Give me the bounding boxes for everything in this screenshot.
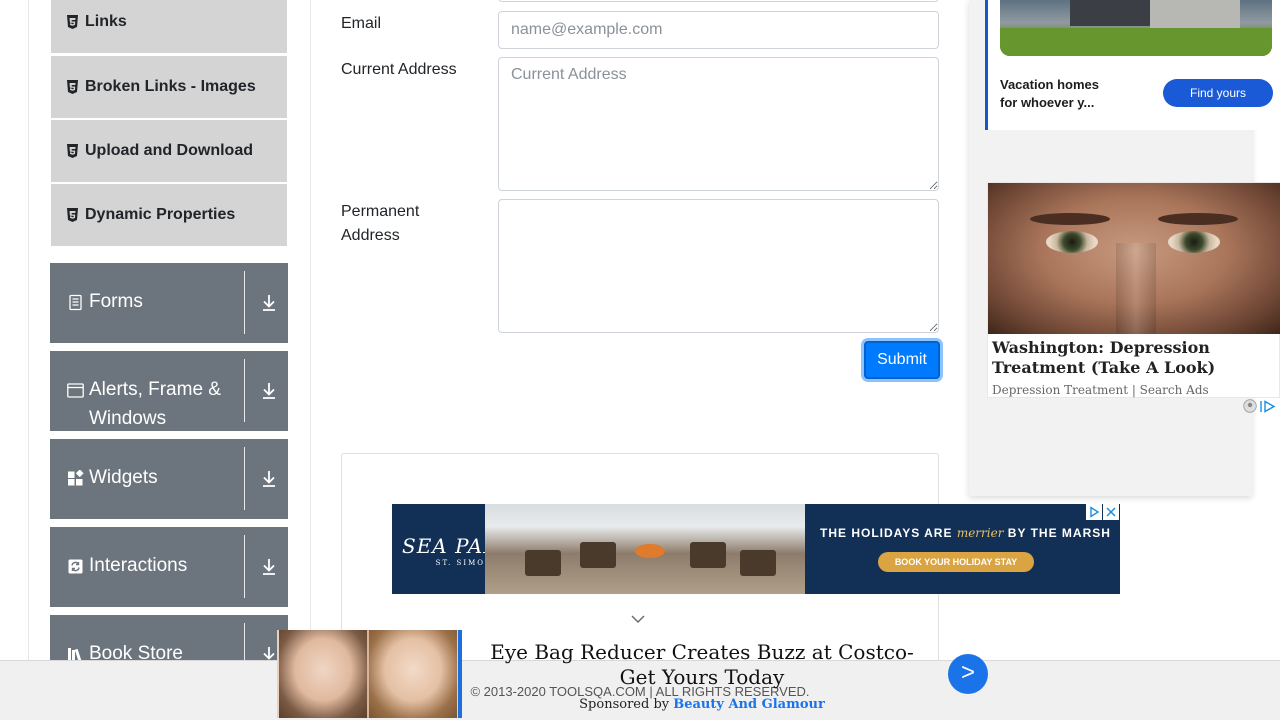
divider [244,359,245,422]
permanent-address-label: Permanent Address [341,200,419,248]
tagline-post: BY THE MARSH [1007,526,1111,540]
permanent-address-label-line1: Permanent [341,203,420,220]
nose-shape [1116,243,1156,334]
eye-shape [1046,231,1098,253]
group-label: Widgets [89,467,158,488]
ad-headline-line2: for whoever y... [1000,95,1095,110]
page: Links Broken Links - Images Upload and D… [0,0,1280,720]
house-shape [1150,0,1240,28]
permanent-address-label-line2: Address [341,227,400,244]
html5-icon [66,144,79,158]
sidebar-item-label: Dynamic Properties [85,206,236,223]
find-yours-button[interactable]: Find yours [1163,79,1273,107]
divider [244,271,245,334]
group-label: Interactions [89,555,188,576]
sidebar: Links Broken Links - Images Upload and D… [28,0,311,720]
adchoices-icon[interactable] [1086,504,1102,520]
sidebar-item-dynamic-properties[interactable]: Dynamic Properties [51,184,287,246]
sidebar-group-widgets[interactable]: Widgets [50,439,288,519]
sidebar-group-interactions[interactable]: Interactions [50,527,288,607]
group-label: Forms [89,291,143,312]
patio-photo [485,504,805,594]
current-address-field[interactable] [498,57,939,191]
sidebar-group-forms[interactable]: Forms [50,263,288,343]
full-name-field-edge[interactable] [498,0,939,2]
html5-icon [66,80,79,94]
eye-bag-sticky-ad[interactable]: Eye Bag Reducer Creates Buzz at Costco-G… [277,630,992,720]
chair-shape [690,542,726,568]
sidebar-item-upload-download[interactable]: Upload and Download [51,120,287,182]
sidebar-item-label: Links [85,13,127,30]
brow-shape [1158,213,1238,225]
vacation-homes-ad[interactable]: Vacation homes for whoever y... Find you… [985,0,1280,130]
download-arrow-icon[interactable] [260,557,278,577]
chair-shape [580,542,616,568]
tagline-em: merrier [956,526,1004,540]
sidebar-item-label: Broken Links - Images [85,78,256,95]
download-arrow-icon[interactable] [260,293,278,313]
sidebar-group-alerts-frame-windows[interactable]: Alerts, Frame & Windows [50,351,288,431]
download-arrow-icon[interactable] [260,469,278,489]
html5-icon [66,208,79,222]
chair-shape [740,550,776,576]
brow-shape [1030,213,1110,225]
ad-headline-line1: Vacation homes [1000,77,1099,92]
fire-pit-shape [635,544,665,558]
sidebar-item-broken-links[interactable]: Broken Links - Images [51,56,287,118]
adchoices-icon [1260,399,1278,418]
lawn-shape [1000,28,1272,56]
ad-headline: Vacation homes for whoever y... [1000,76,1120,112]
sticky-ad-sponsor: Sponsored by Beauty And Glamour [477,697,927,712]
submit-button[interactable]: Submit [864,341,940,379]
chevron-down-icon[interactable] [630,611,646,627]
email-field[interactable] [498,11,939,49]
ad-choices[interactable] [1243,399,1280,418]
ad-face-photo [988,183,1280,334]
window-icon [67,382,84,399]
current-address-label: Current Address [341,61,457,78]
widgets-icon [67,469,84,487]
sponsored-by-text: Sponsored by [579,697,670,712]
form-icon [67,294,84,311]
sea-palms-banner-ad[interactable]: SEA PALMS ST. SIMONS THE HOLIDAYS ARE me… [392,504,1120,594]
tagline-pre: THE HOLIDAYS ARE [820,526,953,540]
permanent-address-field[interactable] [498,199,939,333]
close-icon[interactable] [1103,504,1119,520]
face-shape [369,630,457,718]
divider [244,447,245,510]
email-label: Email [341,15,382,32]
depression-treatment-ad[interactable]: Washington: Depression Treatment (Take A… [987,182,1280,398]
group-label: Alerts, Frame & [89,379,221,400]
html5-icon [66,15,79,29]
sticky-ad-headline: Eye Bag Reducer Creates Buzz at Costco-G… [490,640,914,689]
face-shape [279,630,367,718]
ad-subtitle: Depression Treatment | Search Ads [992,383,1209,397]
go-arrow-button[interactable]: > [948,654,988,694]
ad-house-photo [1000,0,1272,56]
eye-shape [1168,231,1220,253]
download-arrow-icon[interactable] [260,381,278,401]
ad-faces-photo [277,630,462,718]
banner-tagline: THE HOLIDAYS ARE merrier BY THE MARSH [820,526,1111,540]
sidebar-item-links[interactable]: Links [51,0,287,53]
group-label-line2: Windows [89,408,167,429]
chair-shape [525,550,561,576]
sponsor-name[interactable]: Beauty And Glamour [673,697,825,712]
banner-ad-controls [1086,504,1120,520]
book-holiday-stay-button[interactable]: BOOK YOUR HOLIDAY STAY [878,552,1034,572]
divider [244,535,245,598]
interactions-icon [67,558,84,575]
ad-title: Washington: Depression Treatment (Take A… [992,338,1216,377]
sidebar-item-label: Upload and Download [85,142,253,159]
ad-user-icon [1243,399,1257,418]
